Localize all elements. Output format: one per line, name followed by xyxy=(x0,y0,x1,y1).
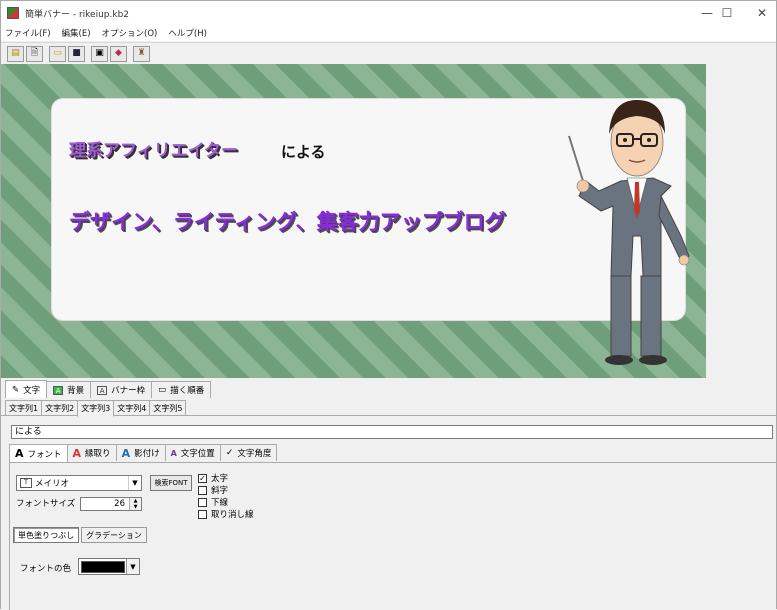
frame-icon: A xyxy=(97,385,108,395)
background-icon: A xyxy=(53,385,64,395)
outline-icon: A xyxy=(72,446,82,460)
monitor-icon: ▭ xyxy=(158,385,167,395)
checkbox-label: 下線 xyxy=(211,498,229,508)
tab-label: 縁取り xyxy=(85,449,111,459)
title-bar: 簡単バナー - rikeiup.kb2 — ☐ ✕ xyxy=(1,1,776,25)
tab-text[interactable]: ✎ 文字 xyxy=(5,380,48,398)
tab-background[interactable]: A 背景 xyxy=(46,381,92,398)
tab-label: 影付け xyxy=(134,449,160,459)
solid-fill-button[interactable]: 単色塗りつぶし xyxy=(13,527,80,543)
preview-area: 理系アフィリエイター による デザイン、ライティング、集客力アップブログ xyxy=(1,64,776,378)
tab-shadow[interactable]: A 影付け xyxy=(115,444,166,461)
tab-text-angle[interactable]: ✓ 文字角度 xyxy=(219,444,278,461)
tab-banner-frame[interactable]: A バナー枠 xyxy=(90,381,153,398)
save-icon[interactable]: ■ xyxy=(68,45,85,62)
banner-by: による xyxy=(281,143,326,161)
tab-label: 文字位置 xyxy=(180,449,215,459)
checkbox-italic[interactable]: 斜字 xyxy=(198,484,254,496)
export-icon[interactable]: ▣ xyxy=(91,45,108,62)
menu-options[interactable]: オプション(O) xyxy=(102,27,158,39)
document-icon[interactable]: 🗎 xyxy=(26,45,43,62)
checkbox-box[interactable] xyxy=(198,497,207,507)
font-selected: メイリオ xyxy=(35,479,70,489)
font-settings-panel: T メイリオ ▼ 検索FONT フォントサイズ 26 ▲ ▼ ✓ 太字 斜字 下線 … xyxy=(9,462,776,610)
menu-edit[interactable]: 編集(E) xyxy=(62,27,91,39)
checkbox-bold[interactable]: ✓ 太字 xyxy=(198,472,254,484)
checkbox-underline[interactable]: 下線 xyxy=(198,496,254,508)
font-size-stepper[interactable]: 26 ▲ ▼ xyxy=(80,497,142,511)
menu-bar: ファイル(F) 編集(E) オプション(O) ヘルプ(H) xyxy=(1,25,776,41)
angle-icon: ✓ xyxy=(225,448,234,458)
app-window: 簡単バナー - rikeiup.kb2 — ☐ ✕ ファイル(F) 編集(E) … xyxy=(0,0,777,610)
position-icon: A xyxy=(170,448,177,458)
tab-draw-order[interactable]: ▭ 描く順番 xyxy=(151,381,212,398)
tab-label: 文字角度 xyxy=(237,449,272,459)
gradient-button[interactable]: グラデーション xyxy=(81,527,147,543)
checkbox-box[interactable] xyxy=(198,509,207,519)
font-style-options: ✓ 太字 斜字 下線 取り消し線 xyxy=(198,472,254,520)
chevron-down-icon[interactable]: ▼ xyxy=(128,476,141,490)
menu-file[interactable]: ファイル(F) xyxy=(5,27,51,39)
window-title: 簡単バナー - rikeiup.kb2 xyxy=(25,9,130,20)
tab-string-3[interactable]: 文字列3 xyxy=(77,400,115,417)
font-file-icon: T xyxy=(20,478,32,488)
checkbox-label: 取り消し線 xyxy=(211,510,254,520)
tab-string-4[interactable]: 文字列4 xyxy=(113,400,151,415)
checkbox-label: 太字 xyxy=(211,474,229,484)
checkbox-strikethrough[interactable]: 取り消し線 xyxy=(198,508,254,520)
menu-help[interactable]: ヘルプ(H) xyxy=(168,27,207,39)
tab-outline[interactable]: A 縁取り xyxy=(66,444,117,461)
color-swatch xyxy=(81,560,125,573)
open-folder-icon[interactable]: ▭ xyxy=(49,45,66,62)
tab-label: 描く順番 xyxy=(170,386,205,396)
tab-string-5[interactable]: 文字列5 xyxy=(149,400,187,415)
font-size-label: フォントサイズ xyxy=(16,499,76,509)
tab-label: 文字 xyxy=(23,385,41,396)
bottle-icon[interactable]: ♜ xyxy=(133,45,150,62)
main-tab-bar: ✎ 文字 A 背景 A バナー枠 ▭ 描く順番 xyxy=(5,380,212,398)
checkbox-label: 斜字 xyxy=(211,486,229,496)
fill-mode-buttons: 単色塗りつぶし グラデーション xyxy=(13,527,149,543)
font-color-select[interactable]: ▼ xyxy=(78,558,140,575)
tab-label: フォント xyxy=(27,449,62,460)
tab-font[interactable]: A フォント xyxy=(9,444,68,462)
tab-text-position[interactable]: A 文字位置 xyxy=(164,444,221,461)
font-search-button[interactable]: 検索FONT xyxy=(150,475,192,491)
tab-label: バナー枠 xyxy=(111,386,146,396)
font-select[interactable]: T メイリオ ▼ xyxy=(16,475,142,491)
toolbar: ▤ 🗎 ▭ ■ ▣ ◆ ♜ xyxy=(1,42,776,64)
tab-string-1[interactable]: 文字列1 xyxy=(5,400,43,415)
checkbox-box[interactable] xyxy=(198,485,207,495)
checkbox-checked[interactable]: ✓ xyxy=(198,473,207,483)
shadow-icon: A xyxy=(121,446,131,460)
tab-string-2[interactable]: 文字列2 xyxy=(41,400,79,415)
font-size-value: 26 xyxy=(114,499,125,509)
book-icon[interactable]: ◆ xyxy=(110,45,127,62)
divider xyxy=(1,415,776,416)
tab-label: 背景 xyxy=(67,386,85,396)
character-illustration xyxy=(568,100,690,365)
pen-icon: ✎ xyxy=(12,384,20,395)
app-icon xyxy=(7,7,19,19)
close-button[interactable]: ✕ xyxy=(739,1,777,25)
font-icon: A xyxy=(15,447,24,460)
new-icon[interactable]: ▤ xyxy=(7,45,24,62)
banner-subtitle: デザイン、ライティング、集客力アップブログ xyxy=(69,210,506,234)
banner-title: 理系アフィリエイター xyxy=(69,141,238,161)
chevron-down-icon[interactable]: ▼ xyxy=(126,559,139,574)
style-tab-bar: A フォント A 縁取り A 影付け A 文字位置 ✓ 文字角度 xyxy=(9,444,278,462)
stepper-arrows-icon[interactable]: ▲ ▼ xyxy=(129,498,141,510)
text-input[interactable]: による xyxy=(11,425,773,439)
font-color-label: フォントの色 xyxy=(20,564,72,574)
settings-panel: ✎ 文字 A 背景 A バナー枠 ▭ 描く順番 文字列1 文字列2 文字列3 文… xyxy=(1,380,776,610)
banner-preview[interactable]: 理系アフィリエイター による デザイン、ライティング、集客力アップブログ xyxy=(1,64,706,378)
